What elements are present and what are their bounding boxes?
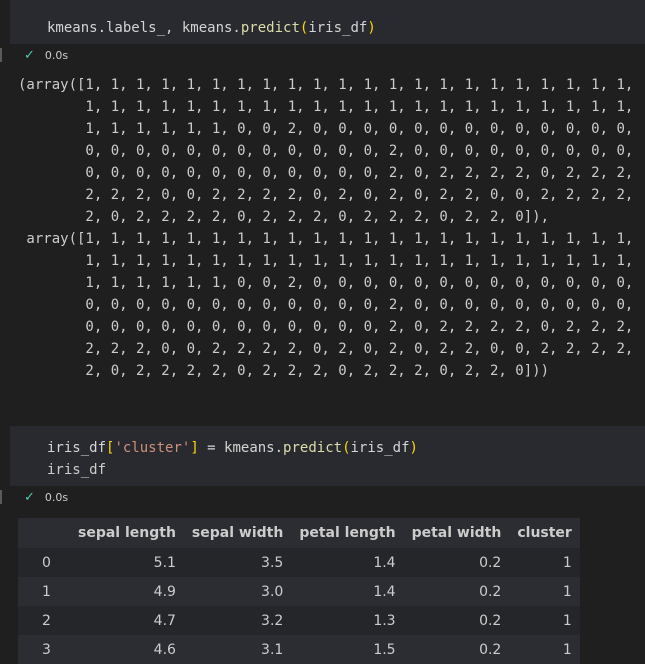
cell-1-status: ✓ 0.0s	[0, 46, 68, 64]
output-line: 0, 0, 0, 0, 0, 0, 0, 0, 0, 0, 0, 0, 2, 0…	[18, 297, 634, 313]
output-line: 1, 1, 1, 1, 1, 1, 1, 1, 1, 1, 1, 1, 1, 1…	[18, 253, 634, 269]
code-token: = kmeans.	[198, 440, 284, 456]
cell-execution-bar	[0, 48, 2, 62]
table-cell: 0.2	[479, 612, 502, 629]
table-cell: 1.3	[373, 612, 396, 629]
table-row: 3 4.6 3.1 1.5 0.2 1	[18, 635, 580, 664]
code-token-function: predict	[240, 20, 300, 36]
row-index: 2	[42, 612, 51, 629]
execution-time: 0.0s	[44, 490, 69, 504]
output-line: 0, 0, 0, 0, 0, 0, 0, 0, 0, 0, 0, 0, 2, 0…	[18, 143, 634, 159]
table-cell: 0.2	[479, 641, 502, 658]
code-cell-1[interactable]: kmeans.labels_, kmeans.predict(iris_df)	[10, 0, 645, 44]
column-header: petal width	[411, 525, 502, 541]
output-line: 2, 2, 2, 0, 0, 2, 2, 2, 2, 0, 2, 0, 2, 0…	[18, 187, 634, 203]
cell-execution-bar	[0, 490, 2, 504]
code-token-paren: )	[409, 440, 418, 456]
table-row: 2 4.7 3.2 1.3 0.2 1	[18, 606, 580, 635]
checkmark-icon: ✓	[24, 47, 35, 63]
row-index: 0	[42, 554, 51, 571]
table-cell: 1.5	[373, 641, 396, 658]
code-token-bracket: ]	[190, 440, 199, 456]
table-cell: 4.6	[153, 641, 176, 658]
code-token-function: predict	[283, 440, 343, 456]
output-line: 2, 0, 2, 2, 2, 2, 0, 2, 2, 2, 0, 2, 2, 2…	[18, 363, 550, 379]
code-token: kmeans.labels_, kmeans.	[47, 20, 241, 36]
table-cell: 3.2	[261, 612, 284, 629]
column-header: sepal length	[78, 525, 176, 541]
code-line[interactable]: iris_df	[10, 459, 645, 481]
table-cell: 4.9	[153, 583, 176, 600]
table-cell: 1	[562, 583, 572, 600]
cell-1-output: (array([1, 1, 1, 1, 1, 1, 1, 1, 1, 1, 1,…	[18, 74, 633, 382]
code-token: iris_df	[308, 20, 368, 36]
table-cell: 4.7	[153, 612, 176, 629]
table-cell: 3.5	[261, 554, 284, 571]
row-index: 3	[42, 641, 51, 658]
column-header: cluster	[517, 525, 572, 541]
code-line[interactable]: kmeans.labels_, kmeans.predict(iris_df)	[10, 0, 645, 39]
table-cell: 1.4	[373, 554, 396, 571]
table-header-row: sepal length sepal width petal length pe…	[18, 518, 580, 548]
table-cell: 0.2	[479, 554, 502, 571]
table-cell: 3.0	[261, 583, 284, 600]
code-token-paren: )	[367, 20, 376, 36]
table-cell: 0.2	[479, 583, 502, 600]
table-row: 0 5.1 3.5 1.4 0.2 1	[18, 548, 580, 577]
column-header	[18, 518, 70, 548]
code-token-string: 'cluster'	[114, 440, 191, 456]
execution-time: 0.0s	[44, 48, 69, 62]
output-line: 0, 0, 0, 0, 0, 0, 0, 0, 0, 0, 0, 0, 2, 0…	[18, 165, 634, 181]
code-token: iris_df	[47, 440, 107, 456]
code-token: iris_df	[350, 440, 410, 456]
table-cell: 3.1	[261, 641, 284, 658]
dataframe-table: sepal length sepal width petal length pe…	[18, 518, 580, 664]
table-cell: 5.1	[153, 554, 176, 571]
table-cell: 1	[562, 554, 572, 571]
output-line: 1, 1, 1, 1, 1, 1, 1, 1, 1, 1, 1, 1, 1, 1…	[18, 99, 634, 115]
output-line: 0, 0, 0, 0, 0, 0, 0, 0, 0, 0, 0, 0, 2, 0…	[18, 319, 634, 335]
table-cell: 1	[562, 641, 572, 658]
output-line: 2, 2, 2, 0, 0, 2, 2, 2, 2, 0, 2, 0, 2, 0…	[18, 341, 634, 357]
output-line: (array([1, 1, 1, 1, 1, 1, 1, 1, 1, 1, 1,…	[18, 77, 634, 93]
output-line: 1, 1, 1, 1, 1, 1, 0, 0, 2, 0, 0, 0, 0, 0…	[18, 121, 634, 137]
output-line: 1, 1, 1, 1, 1, 1, 0, 0, 2, 0, 0, 0, 0, 0…	[18, 275, 634, 291]
output-line: 2, 0, 2, 2, 2, 2, 0, 2, 2, 2, 0, 2, 2, 2…	[18, 209, 550, 225]
output-line: array([1, 1, 1, 1, 1, 1, 1, 1, 1, 1, 1, …	[18, 231, 634, 247]
code-cell-2[interactable]: iris_df['cluster'] = kmeans.predict(iris…	[10, 426, 645, 486]
checkmark-icon: ✓	[24, 489, 35, 505]
column-header: petal length	[299, 525, 396, 541]
table-cell: 1	[562, 612, 572, 629]
column-header: sepal width	[191, 525, 284, 541]
code-token-paren: (	[342, 440, 351, 456]
row-index: 1	[42, 583, 51, 600]
cell-2-status: ✓ 0.0s	[0, 488, 68, 506]
code-line[interactable]: iris_df['cluster'] = kmeans.predict(iris…	[10, 426, 645, 459]
table-row: 1 4.9 3.0 1.4 0.2 1	[18, 577, 580, 606]
table-cell: 1.4	[373, 583, 396, 600]
